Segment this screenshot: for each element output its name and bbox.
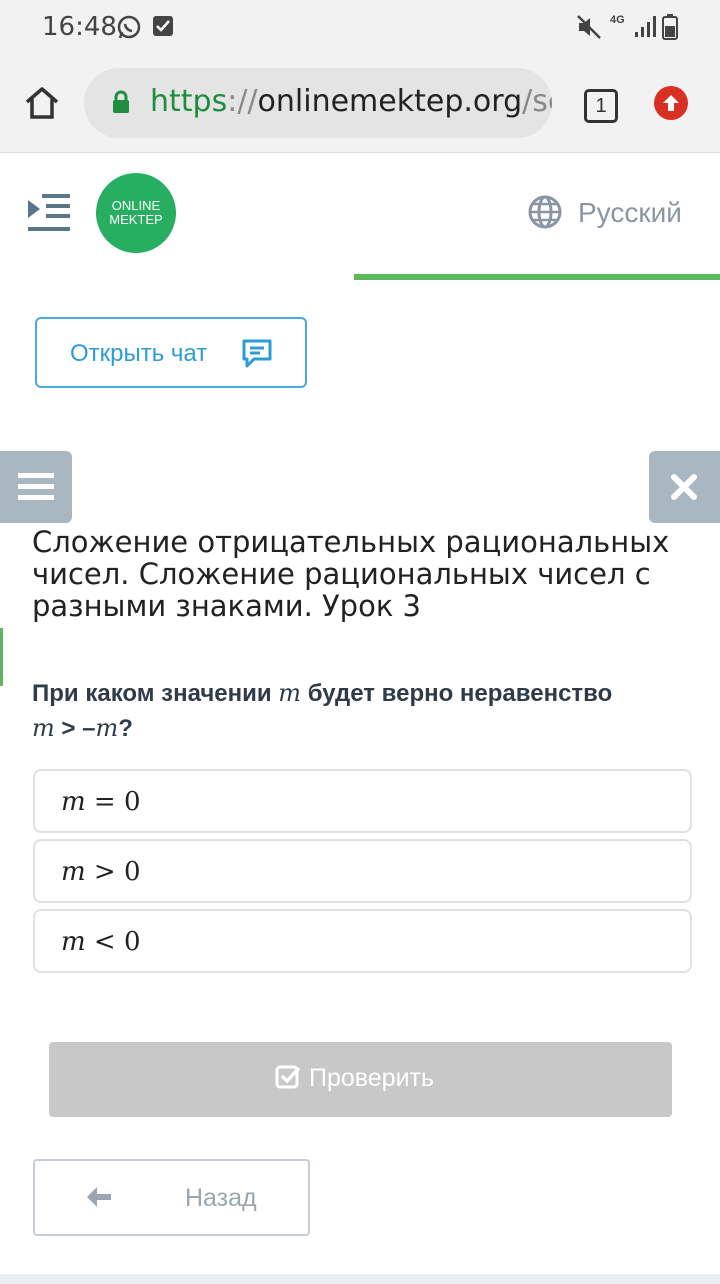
url-host: onlinemektep.org xyxy=(257,84,523,119)
question-expr-op: > – xyxy=(54,715,96,742)
question-text: При каком значении m будет верно неравен… xyxy=(32,676,702,746)
check-answer-button[interactable]: Проверить xyxy=(49,1042,672,1117)
open-chat-label: Открыть чат xyxy=(70,340,208,367)
close-button[interactable] xyxy=(649,451,720,523)
hamburger-icon xyxy=(18,473,54,500)
tab-switcher-button[interactable]: 1 xyxy=(584,89,618,123)
status-bar: 16:48 4G xyxy=(0,0,720,56)
arrow-left-icon xyxy=(85,1185,113,1216)
answer-option[interactable]: m > 0 xyxy=(33,839,692,903)
status-time: 16:48 xyxy=(42,12,117,42)
check-square-icon xyxy=(275,1065,301,1089)
lock-icon xyxy=(112,90,130,119)
chat-icon xyxy=(241,338,273,377)
close-icon xyxy=(671,474,697,500)
answer-option-text: m < 0 xyxy=(61,927,141,957)
question-expr-var-1: m xyxy=(32,714,55,742)
lesson-progress-line xyxy=(354,274,720,280)
option-condition: = 0 xyxy=(85,787,141,817)
option-variable: m xyxy=(61,927,86,957)
option-variable: m xyxy=(61,857,86,887)
lesson-title: Сложение отрицательных рациональных чисе… xyxy=(32,525,670,623)
site-logo[interactable]: ONLINE MEKTEP xyxy=(96,173,176,253)
address-bar[interactable]: https://onlinemektep.org/sc xyxy=(84,68,552,138)
question-expr-var-2: m xyxy=(95,714,119,742)
update-button[interactable] xyxy=(654,86,688,120)
site-header: ONLINE MEKTEP Русский xyxy=(0,153,720,283)
checkbox-notification-icon xyxy=(152,14,174,43)
side-marker xyxy=(0,628,3,686)
option-condition: < 0 xyxy=(85,927,141,957)
mute-icon xyxy=(576,14,602,45)
option-condition: > 0 xyxy=(85,857,141,887)
signal-icon xyxy=(634,14,656,43)
question-variable: m xyxy=(278,679,302,707)
check-button-content: Проверить xyxy=(275,1064,434,1093)
url-scheme: https xyxy=(150,84,228,119)
globe-icon xyxy=(528,195,562,236)
question-end: ? xyxy=(118,715,133,742)
url-text: https://onlinemektep.org/sc xyxy=(150,84,552,119)
network-type-icon: 4G xyxy=(610,14,625,26)
logo-line-2: MEKTEP xyxy=(109,212,163,227)
home-icon[interactable] xyxy=(24,86,60,125)
check-button-label: Проверить xyxy=(309,1064,435,1092)
answer-option-text: m = 0 xyxy=(61,787,141,817)
back-button[interactable]: Назад xyxy=(33,1159,310,1236)
language-label: Русский xyxy=(578,197,682,228)
whatsapp-icon xyxy=(116,14,142,45)
answer-option[interactable]: m = 0 xyxy=(33,769,692,833)
browser-toolbar: https://onlinemektep.org/sc 1 xyxy=(0,56,720,153)
logo-line-1: ONLINE xyxy=(111,198,161,213)
answer-option-text: m > 0 xyxy=(61,857,141,887)
back-button-label: Назад xyxy=(185,1184,257,1212)
battery-icon xyxy=(662,14,678,45)
option-variable: m xyxy=(61,787,86,817)
question-part-2: будет верно неравенство xyxy=(301,680,613,707)
url-path: /sc xyxy=(522,84,552,119)
arrow-up-icon xyxy=(663,95,679,111)
question-part-1: При каком значении xyxy=(32,680,279,707)
url-separator: :// xyxy=(227,84,258,119)
lesson-menu-button[interactable] xyxy=(0,451,72,523)
open-chat-button[interactable]: Открыть чат xyxy=(35,317,307,388)
answer-option[interactable]: m < 0 xyxy=(33,909,692,973)
bottom-edge xyxy=(0,1274,720,1284)
sidebar-toggle-icon[interactable] xyxy=(26,191,72,240)
